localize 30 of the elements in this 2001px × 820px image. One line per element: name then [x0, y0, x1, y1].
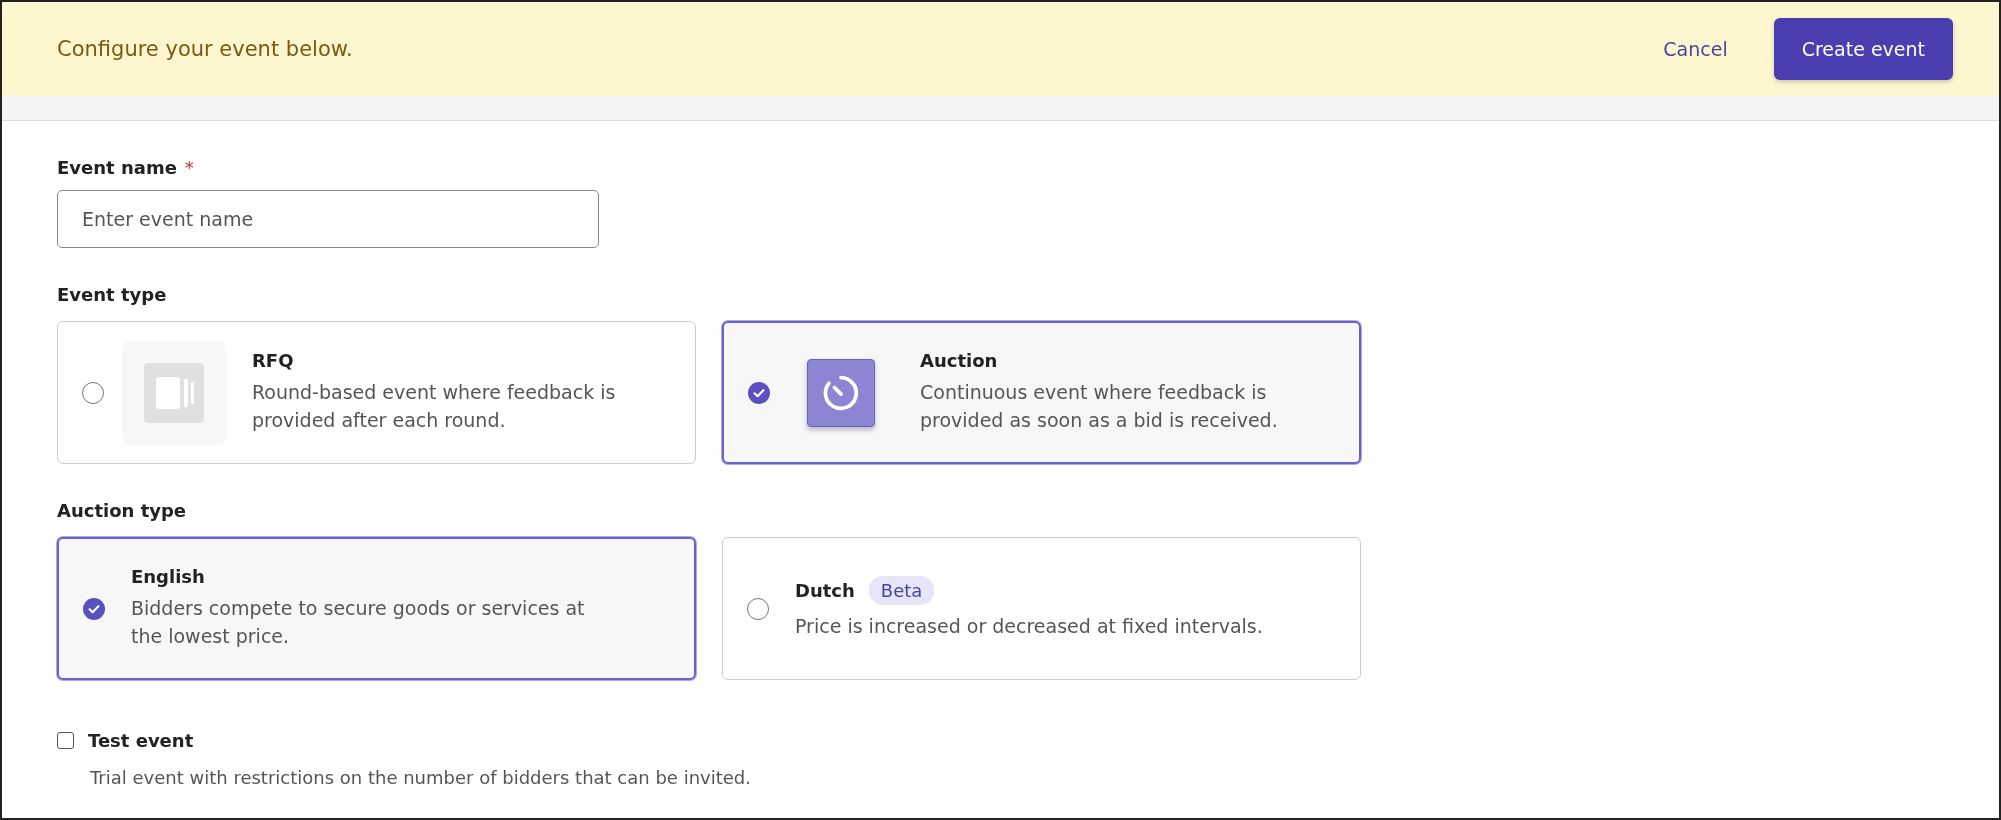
- section-label: Auction type: [57, 500, 187, 521]
- checkbox-description: Trial event with restrictions on the number of bidders that can be invited.: [90, 767, 751, 788]
- cancel-link[interactable]: Cancel: [1663, 38, 1728, 60]
- radio-icon: [82, 381, 104, 404]
- field-label: Event name: [57, 157, 177, 178]
- event-name-input[interactable]: Enter event name: [57, 190, 599, 248]
- required-mark: *: [184, 157, 194, 178]
- option-description: Continuous event where feedback is provided as soon as a bid is received.: [920, 380, 1279, 433]
- checkbox-label: Test event: [88, 730, 194, 751]
- auction-type-card[interactable]: Dutch Beta Price is increased or decreased at fixed intervals.: [722, 537, 1361, 680]
- beta-badge: Beta: [868, 576, 935, 606]
- banner-message: Configure your event below.: [57, 37, 353, 61]
- selected-radio-icon: [83, 597, 105, 620]
- create-event-button[interactable]: Create event: [1773, 18, 1953, 80]
- event-type-card[interactable]: RFQ Round-based event where feedback is provided after each round.: [57, 321, 696, 464]
- option-description: Round-based event where feedback is provided after each round.: [252, 380, 617, 433]
- option-description: Price is increased or decreased at fixed intervals.: [795, 614, 1263, 640]
- option-title: RFQ: [252, 350, 295, 372]
- option-title: Auction: [920, 350, 999, 372]
- radio-icon: [747, 597, 769, 620]
- event-type-card[interactable]: Auction Continuous event where feedback is provided as soon as a bid is received.: [722, 321, 1361, 464]
- document-stack-icon: [122, 340, 226, 445]
- selected-radio-icon: [748, 381, 770, 404]
- section-label: Event type: [57, 284, 167, 305]
- option-title: English: [131, 566, 205, 588]
- timer-icon: [807, 358, 875, 427]
- option-title: Dutch: [795, 580, 855, 602]
- option-description: Bidders compete to secure goods or services at the lowest price.: [131, 596, 586, 649]
- auction-type-card[interactable]: English Bidders compete to secure goods or services at the lowest price.: [57, 537, 696, 680]
- test-event-checkbox[interactable]: [57, 732, 74, 749]
